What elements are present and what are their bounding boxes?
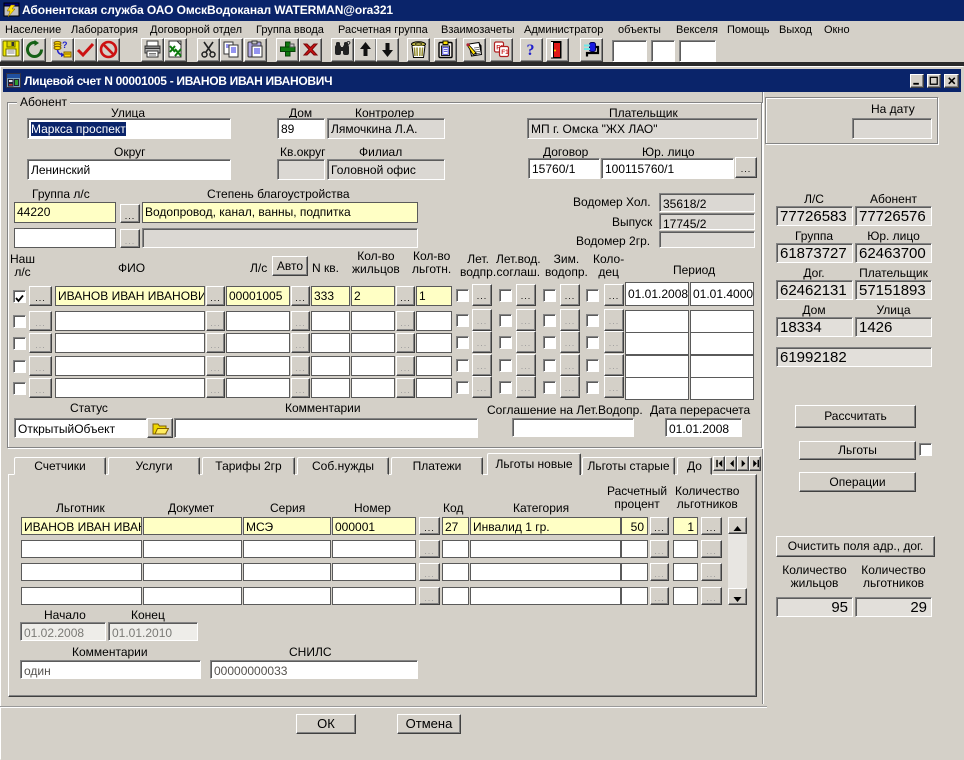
svg-text:F1: F1 bbox=[501, 49, 509, 56]
svg-text:?: ? bbox=[527, 42, 535, 59]
svg-text:?: ? bbox=[62, 40, 68, 50]
svg-text:?: ? bbox=[346, 40, 351, 49]
